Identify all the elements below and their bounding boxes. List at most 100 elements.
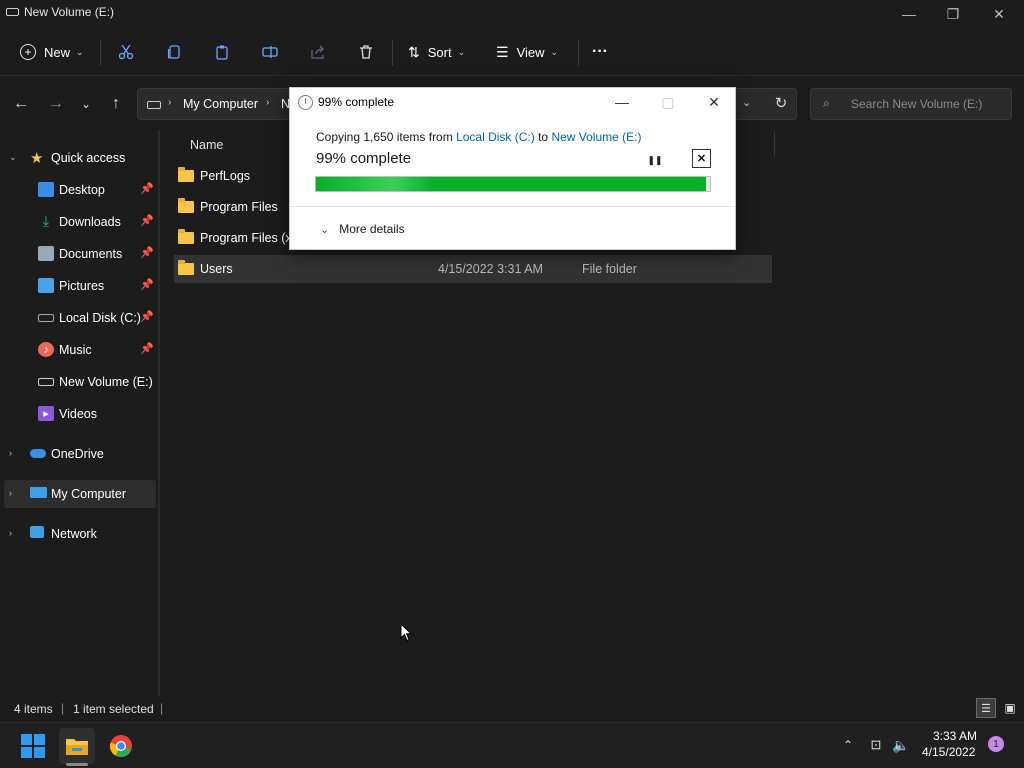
notification-badge[interactable]: 1 <box>988 736 1004 752</box>
chevron-down-icon: ⌄ <box>76 46 84 57</box>
address-dropdown-icon[interactable]: ⌄ <box>742 96 751 109</box>
paste-button[interactable] <box>214 38 230 66</box>
source-link[interactable]: Local Disk (C:) <box>456 130 535 144</box>
drive-icon <box>38 378 54 386</box>
search-icon: ⌕ <box>823 96 830 110</box>
folder-icon <box>178 198 194 213</box>
pin-icon[interactable]: 📌 <box>140 310 154 323</box>
pin-icon[interactable]: 📌 <box>140 182 154 195</box>
nav-my-computer[interactable]: › My Computer <box>4 480 156 508</box>
nav-label: Quick access <box>51 151 126 165</box>
cut-button[interactable] <box>118 38 134 66</box>
network-status-icon[interactable]: ⊡ <box>865 735 887 755</box>
nav-label: Documents <box>59 247 123 261</box>
breadcrumb-my-computer[interactable]: My Computer <box>183 97 258 111</box>
file-name: Users <box>200 262 233 276</box>
network-icon <box>30 526 44 538</box>
nav-label: Pictures <box>59 279 105 293</box>
more-details-button[interactable]: ⌄ More details <box>320 222 405 236</box>
clock-icon <box>298 95 313 110</box>
pin-icon[interactable]: 📌 <box>140 214 154 227</box>
chevron-down-icon: ⌄ <box>457 46 466 57</box>
dialog-close-button[interactable]: ✕ <box>696 90 732 114</box>
view-label: View <box>516 44 545 60</box>
drive-icon <box>38 314 54 322</box>
scissors-icon <box>118 44 134 60</box>
copy-progress-bar <box>315 176 711 192</box>
copy-icon <box>167 45 180 59</box>
nav-label: Network <box>51 527 97 541</box>
nav-item-desktop[interactable]: Desktop 📌 <box>0 176 158 204</box>
pin-icon[interactable]: 📌 <box>140 246 154 259</box>
nav-item-new-volume-e[interactable]: New Volume (E:) <box>0 368 158 396</box>
chrome-taskbar-button[interactable] <box>103 728 139 764</box>
active-app-indicator <box>66 763 88 766</box>
drive-icon <box>6 8 19 16</box>
view-button[interactable]: ☰ View ⌄ <box>496 38 558 66</box>
new-button[interactable]: + New ⌄ <box>20 38 84 66</box>
clock-date[interactable]: 4/15/2022 <box>922 745 975 759</box>
more-options-button[interactable]: ··· <box>592 38 608 66</box>
rename-button[interactable] <box>262 38 278 66</box>
copy-button[interactable] <box>166 38 182 66</box>
pin-icon[interactable]: 📌 <box>140 278 154 291</box>
share-icon <box>311 45 324 59</box>
chevron-down-icon: ⌄ <box>550 46 559 57</box>
sort-button[interactable]: ⇅ Sort ⌄ <box>408 38 465 66</box>
folder-icon <box>178 260 194 275</box>
minimize-button[interactable]: — <box>886 0 932 28</box>
title-bar: New Volume (E:) — ❐ ✕ <box>0 0 1024 28</box>
nav-item-downloads[interactable]: ⤓ Downloads 📌 <box>0 208 158 236</box>
sort-label: Sort <box>427 44 452 60</box>
maximize-button[interactable]: ❐ <box>930 0 976 28</box>
item-count: 4 items <box>14 702 53 716</box>
chrome-icon <box>109 735 132 758</box>
volume-icon[interactable]: 🔈 <box>890 735 912 755</box>
file-explorer-taskbar-button[interactable] <box>59 728 95 764</box>
collapsed-chevron-icon: › <box>9 528 12 538</box>
show-hidden-icons-button[interactable]: ⌃ <box>838 735 858 755</box>
nav-onedrive[interactable]: › OneDrive <box>0 440 158 468</box>
nav-label: Desktop <box>59 183 105 197</box>
folder-icon <box>178 167 194 182</box>
up-button[interactable]: ↑ <box>104 92 128 116</box>
destination-link[interactable]: New Volume (E:) <box>551 130 641 144</box>
file-row[interactable]: Users 4/15/2022 3:31 AM File folder <box>174 255 772 283</box>
clock-time[interactable]: 3:33 AM <box>933 729 977 743</box>
nav-item-videos[interactable]: ▸ Videos <box>0 400 158 428</box>
search-placeholder: Search New Volume (E:) <box>851 97 983 111</box>
delete-button[interactable] <box>358 38 374 66</box>
large-icons-view-icon[interactable]: ▣ <box>1000 698 1020 718</box>
rename-icon <box>262 46 278 58</box>
nav-network[interactable]: › Network <box>0 520 158 548</box>
nav-item-music[interactable]: ♪ Music 📌 <box>0 336 158 364</box>
mouse-cursor-icon <box>400 623 412 642</box>
back-button[interactable]: ← <box>9 92 33 116</box>
nav-label: Downloads <box>59 215 121 229</box>
recent-locations-button[interactable]: ⌄ <box>74 92 98 116</box>
nav-quick-access[interactable]: ⌄ ★ Quick access <box>0 144 158 172</box>
column-divider[interactable] <box>774 132 775 156</box>
dialog-minimize-button[interactable]: — <box>604 90 640 114</box>
chevron-right-icon: › <box>266 97 270 108</box>
nav-item-local-disk-c[interactable]: Local Disk (C:) 📌 <box>0 304 158 332</box>
details-view-icon[interactable]: ☰ <box>976 698 996 718</box>
nav-label: Local Disk (C:) <box>59 311 141 325</box>
forward-button[interactable]: → <box>44 92 68 116</box>
command-bar: + New ⌄ ⇅ Sort ⌄ ☰ View ⌄ ··· <box>0 28 1024 76</box>
pane-divider[interactable] <box>158 130 160 696</box>
share-button[interactable] <box>310 38 326 66</box>
nav-item-pictures[interactable]: Pictures 📌 <box>0 272 158 300</box>
search-input[interactable]: ⌕ Search New Volume (E:) <box>810 88 1012 120</box>
collapsed-chevron-icon: › <box>9 448 12 458</box>
refresh-button[interactable]: ↻ <box>770 92 792 114</box>
start-button[interactable] <box>15 728 51 764</box>
cancel-copy-button[interactable]: ✕ <box>692 149 711 168</box>
close-button[interactable]: ✕ <box>976 0 1022 28</box>
column-header-name[interactable]: Name <box>190 138 223 152</box>
status-divider: | <box>160 701 164 715</box>
nav-item-documents[interactable]: Documents 📌 <box>0 240 158 268</box>
pause-button[interactable]: ❚❚ <box>646 151 664 169</box>
desktop-icon <box>38 182 54 197</box>
pin-icon[interactable]: 📌 <box>140 342 154 355</box>
